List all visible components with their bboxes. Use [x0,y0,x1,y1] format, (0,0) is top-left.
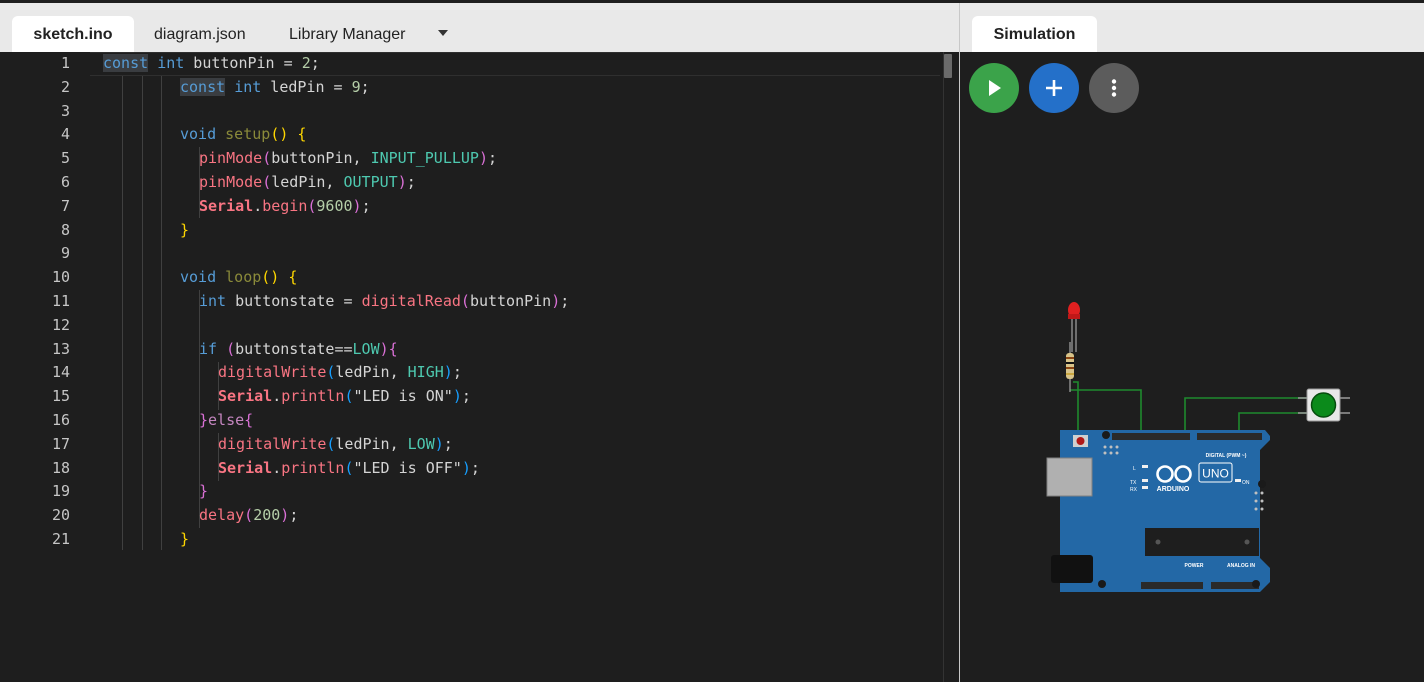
tab-library-manager[interactable]: Library Manager [289,16,414,52]
line-number: 3 [60,101,70,120]
line-number: 20 [51,506,70,525]
line-number: 2 [60,77,70,96]
line-number: 12 [51,315,70,334]
tab-simulation[interactable]: Simulation [972,16,1097,52]
line-number: 15 [51,387,70,406]
l-label: L [1133,466,1136,472]
line-number: 5 [60,149,70,168]
line-number: 17 [51,434,70,453]
rx-label: RX [1130,487,1138,493]
line-number: 14 [51,363,70,382]
code-line: const int ledPin = 9; [180,77,370,96]
code-editor[interactable]: 1 2 3 4 5 6 7 8 9 10 11 12 13 14 15 16 17 18 19 20 21 const … [0,52,959,682]
code-line: } [199,482,209,501]
line-number: 11 [51,292,70,310]
line-number: 7 [60,196,70,215]
line-number: 1 [60,54,70,72]
on-label: ON [1242,480,1250,486]
line-number: 19 [51,482,70,501]
code-line: if (buttonstate==LOW){ [199,339,398,358]
board-name: UNO [1202,467,1229,481]
indent-guide [161,76,162,550]
code-line: pinMode(buttonPin, INPUT_PULLUP); [199,149,498,168]
board-brand: ARDUINO [1157,486,1190,493]
tx-label: TX [1130,480,1137,486]
line-number: 18 [51,458,70,477]
line-number: 4 [60,125,70,144]
code-line: digitalWrite(ledPin, HIGH); [218,363,462,382]
line-number: 8 [60,220,70,239]
code-line: } [180,220,190,239]
code-line: void setup() { [180,125,307,144]
circuit-diagram[interactable]: UNO ARDUINO DIGITAL (PWM ~) ANALOG IN PO… [960,52,1424,682]
code-line: int buttonstate = digitalRead(buttonPin)… [199,292,570,310]
line-number: 6 [60,173,70,191]
code-line: void loop() { [180,268,298,287]
code-line: digitalWrite(ledPin, LOW); [218,434,453,453]
line-number: 10 [51,268,70,287]
tab-sketch-ino[interactable]: sketch.ino [12,16,134,52]
arduino-uno-board[interactable]: UNO ARDUINO DIGITAL (PWM ~) ANALOG IN PO… [1046,430,1270,592]
green-pushbutton[interactable] [1298,388,1350,422]
code-line: pinMode(ledPin, OUTPUT); [199,173,416,191]
tabs-dropdown-caret-icon[interactable] [438,30,448,36]
line-number-gutter: 1 2 3 4 5 6 7 8 9 10 11 12 13 14 15 16 17 18 19 20 21 [0,52,90,682]
code-line: Serial.println("LED is OFF"); [218,458,480,477]
code-area[interactable]: const int buttonPin = 2; const int ledPi… [103,52,933,682]
indent-guide [142,76,143,550]
simulation-tab-bar: Simulation [960,3,1424,52]
digital-label: DIGITAL (PWM ~) [1206,453,1247,459]
tab-diagram-json[interactable]: diagram.json [154,16,250,52]
code-line: const int buttonPin = 2; [103,54,320,72]
code-line: } [180,530,190,548]
simulation-canvas[interactable]: UNO ARDUINO DIGITAL (PWM ~) ANALOG IN PO… [960,52,1424,682]
line-number: 16 [51,411,70,429]
line-number: 9 [60,244,70,263]
code-line: delay(200); [199,506,299,525]
indent-guide [122,76,123,550]
resistor[interactable] [1066,342,1074,392]
code-line: }else{ [199,411,254,429]
editor-tab-bar: sketch.ino diagram.json Library Manager [0,3,959,52]
editor-scrollbar[interactable] [943,52,959,682]
code-line: Serial.begin(9600); [199,196,371,215]
analog-label: ANALOG IN [1227,563,1255,569]
line-number: 13 [51,339,70,358]
line-number: 21 [51,530,70,548]
scrollbar-thumb[interactable] [944,54,952,78]
code-line: Serial.println("LED is ON"); [218,387,471,406]
power-label: POWER [1185,563,1204,569]
